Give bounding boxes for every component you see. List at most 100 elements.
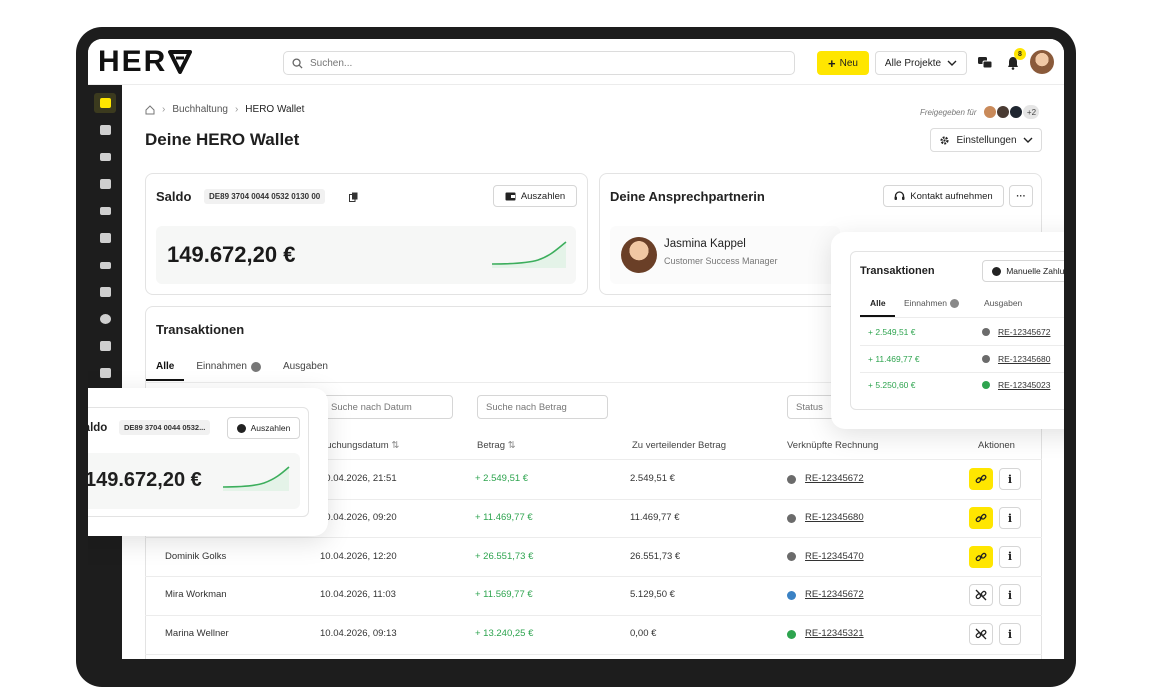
- contact-person-box: Jasmina Kappel Customer Success Manager: [610, 226, 840, 284]
- balance-value: 149.672,20 €: [167, 242, 296, 267]
- sidebar-item-reports[interactable]: [94, 309, 116, 329]
- info-icon[interactable]: i: [999, 545, 1021, 568]
- sidebar-item-checks[interactable]: [94, 228, 116, 248]
- tab-all[interactable]: Alle: [145, 361, 185, 381]
- shared-label: Freigegeben für: [920, 107, 977, 117]
- link-icon[interactable]: [969, 545, 993, 568]
- row-amount: + 11.569,77 €: [475, 589, 533, 601]
- user-avatar[interactable]: [1030, 50, 1054, 74]
- unlink-icon[interactable]: [969, 623, 993, 646]
- list-item-invoice-link[interactable]: RE-12345672: [998, 327, 1050, 337]
- row-customer: Marina Wellner: [165, 628, 229, 640]
- link-icon[interactable]: [969, 468, 993, 491]
- new-button[interactable]: + Neu: [817, 51, 869, 75]
- copy-icon[interactable]: [349, 192, 358, 202]
- floating-transactions-title: Transaktionen: [860, 265, 935, 277]
- sidebar-item-tasks[interactable]: [94, 147, 116, 167]
- tab-expenses[interactable]: Ausgaben: [283, 361, 328, 372]
- row-distribute-amount: 5.129,50 €: [630, 589, 675, 601]
- list-icon: [99, 207, 111, 215]
- sidebar-item-payments[interactable]: [94, 255, 116, 275]
- chevron-down-icon: [1023, 137, 1033, 143]
- row-amount: + 2.549,51 €: [475, 473, 529, 485]
- floating-balance-value: 149.672,20 €: [88, 469, 202, 491]
- more-icon: ···: [1016, 190, 1026, 202]
- chat-icon[interactable]: [976, 54, 994, 72]
- unlink-icon[interactable]: [969, 584, 993, 607]
- divider: [860, 371, 1064, 373]
- floating-tab-income[interactable]: Einnahmen: [904, 298, 960, 308]
- sidebar-item-finance[interactable]: [94, 282, 116, 302]
- search-icon: [292, 57, 303, 69]
- sidebar-item-contacts[interactable]: [94, 336, 116, 356]
- checkbox-icon: [99, 233, 111, 243]
- search-bar[interactable]: [283, 51, 795, 75]
- row-invoice-link[interactable]: RE-12345680: [805, 512, 864, 523]
- date-filter-input[interactable]: Suche nach Datum: [322, 395, 453, 419]
- shared-with[interactable]: Freigegeben für +2: [920, 105, 1040, 119]
- info-icon[interactable]: i: [999, 507, 1021, 530]
- info-icon[interactable]: i: [999, 584, 1021, 607]
- payout-button[interactable]: Auszahlen: [493, 185, 577, 207]
- checklist-icon: [99, 153, 111, 161]
- breadcrumb-section[interactable]: Buchhaltung: [172, 104, 228, 115]
- row-invoice-link[interactable]: RE-12345321: [805, 628, 864, 639]
- home-icon[interactable]: [145, 104, 155, 115]
- manual-payment-label: Manuelle Zahlung: [1006, 266, 1064, 276]
- iban-chip: DE89 3704 0044 0532 0130 00: [204, 189, 326, 204]
- top-bar: HER + Neu Alle Projekte 8: [88, 39, 1064, 85]
- row-invoice-link[interactable]: RE-12345470: [805, 551, 864, 562]
- status-dot-icon: [787, 629, 796, 639]
- floating-tab-expenses[interactable]: Ausgaben: [984, 298, 1022, 308]
- headset-icon: [894, 190, 905, 200]
- sidebar-item-projects[interactable]: [94, 120, 116, 140]
- sidebar-item-documents[interactable]: [94, 174, 116, 194]
- app-window: HER + Neu Alle Projekte 8: [88, 39, 1064, 659]
- balance-trend-sparkline: [492, 241, 567, 268]
- column-header-booking-date[interactable]: Buchungsdatum ⇅: [320, 440, 399, 451]
- transactions-title: Transaktionen: [156, 322, 245, 337]
- hero-logo[interactable]: HER: [98, 45, 193, 78]
- sidebar-item-dashboard[interactable]: [94, 93, 116, 113]
- more-avatars-badge: +2: [1023, 105, 1040, 119]
- status-dot-icon: [787, 474, 796, 484]
- contact-button[interactable]: Kontakt aufnehmen: [883, 185, 1004, 207]
- list-item-amount: + 2.549,51 €: [868, 327, 916, 337]
- more-options-button[interactable]: ···: [1009, 185, 1033, 207]
- row-invoice-link[interactable]: RE-12345672: [805, 589, 864, 600]
- list-item-invoice-link[interactable]: RE-12345023: [998, 380, 1050, 390]
- wallet-icon: [236, 423, 246, 433]
- wallet-icon: [505, 192, 516, 201]
- projects-dropdown[interactable]: Alle Projekte: [875, 51, 967, 75]
- row-booking-date: 10.04.2026, 12:20: [320, 550, 397, 562]
- info-icon[interactable]: i: [999, 468, 1021, 491]
- column-header-distribute: Zu verteilender Betrag: [632, 440, 726, 451]
- card-icon: [99, 261, 111, 269]
- amount-filter-input[interactable]: Suche nach Betrag: [477, 395, 608, 419]
- manual-payment-button[interactable]: Manuelle Zahlung: [982, 260, 1064, 282]
- info-icon[interactable]: i: [999, 623, 1021, 646]
- notification-count-badge: 8: [1014, 48, 1026, 60]
- column-header-amount[interactable]: Betrag ⇅: [477, 440, 516, 451]
- floating-payout-button[interactable]: Auszahlen: [227, 417, 300, 439]
- floating-tab-all[interactable]: Alle: [870, 298, 886, 308]
- pie-chart-icon: [99, 314, 111, 324]
- logo-text: HER: [98, 45, 168, 78]
- settings-dropdown[interactable]: Einstellungen: [930, 128, 1042, 152]
- tab-income-label: Einnahmen: [196, 361, 247, 372]
- floating-saldo-title: Saldo: [88, 422, 108, 434]
- floating-iban-chip: DE89 3704 0044 0532...: [119, 420, 211, 435]
- row-booking-date: 10.04.2026, 09:13: [320, 628, 397, 640]
- sidebar-item-files[interactable]: [94, 363, 116, 383]
- column-header-actions: Aktionen: [978, 440, 1015, 451]
- sort-icon: ⇅: [507, 440, 516, 451]
- search-input[interactable]: [310, 57, 770, 69]
- row-invoice-link[interactable]: RE-12345672: [805, 473, 864, 484]
- column-label: Buchungsdatum: [320, 440, 389, 451]
- balance-box: 149.672,20 €: [156, 226, 576, 284]
- list-item-invoice-link[interactable]: RE-12345680: [998, 354, 1050, 364]
- sidebar-item-lists[interactable]: [94, 201, 116, 221]
- tab-income[interactable]: Einnahmen: [196, 361, 261, 372]
- list-item-amount: + 5.250,60 €: [868, 380, 916, 390]
- link-icon[interactable]: [969, 507, 993, 530]
